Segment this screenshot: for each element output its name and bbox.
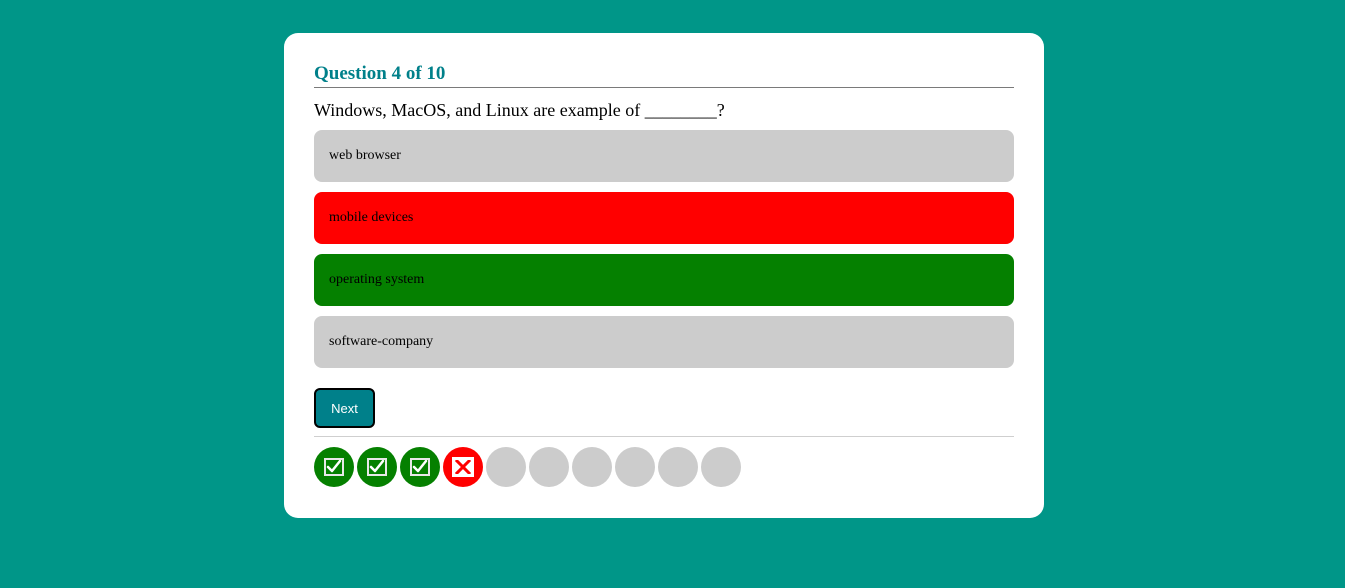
progress-dot-correct <box>400 447 440 487</box>
progress-dot-correct <box>314 447 354 487</box>
check-icon <box>324 458 344 476</box>
answer-option-neutral[interactable]: software-company <box>314 316 1014 368</box>
progress-divider <box>314 436 1014 437</box>
question-text: Windows, MacOS, and Linux are example of… <box>314 100 725 120</box>
quiz-card: Question 4 of 10 Windows, MacOS, and Lin… <box>284 33 1044 518</box>
check-icon <box>410 458 430 476</box>
answer-option-incorrect[interactable]: mobile devices <box>314 192 1014 244</box>
progress-dot-incorrect <box>443 447 483 487</box>
progress-dot-correct <box>357 447 397 487</box>
check-icon <box>367 458 387 476</box>
progress-dot-pending <box>701 447 741 487</box>
answer-option-neutral[interactable]: web browser <box>314 130 1014 182</box>
progress-dot-pending <box>486 447 526 487</box>
cross-icon <box>452 457 474 477</box>
progress-dot-pending <box>615 447 655 487</box>
question-counter-title: Question 4 of 10 <box>314 63 1014 88</box>
answer-options: web browser mobile devices operating syste… <box>314 130 1014 368</box>
next-button[interactable]: Next <box>314 388 375 428</box>
progress-dot-pending <box>572 447 612 487</box>
progress-dot-pending <box>529 447 569 487</box>
progress-dot-pending <box>658 447 698 487</box>
answer-option-correct[interactable]: operating system <box>314 254 1014 306</box>
progress-indicator <box>314 447 1014 487</box>
